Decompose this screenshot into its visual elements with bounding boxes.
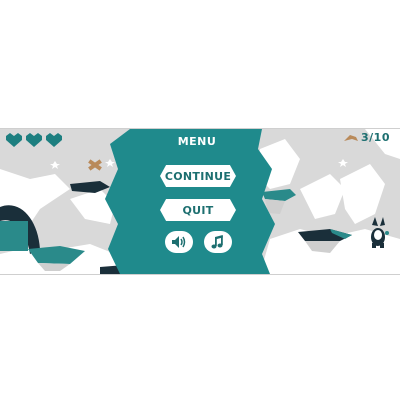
sound-toggle-button[interactable] — [165, 231, 193, 253]
heart-icon — [26, 133, 42, 147]
music-toggle-button[interactable] — [204, 231, 232, 253]
heart-icon — [46, 133, 62, 147]
music-note-icon — [211, 235, 223, 249]
speaker-icon — [172, 236, 186, 248]
quit-button[interactable]: QUIT — [160, 199, 236, 221]
collectible-counter: 3/10 — [344, 131, 390, 144]
menu-title: MENU — [177, 135, 217, 148]
game-viewport: 3/10 MENU CONTINUE QUIT — [0, 128, 400, 275]
lives-hearts — [6, 133, 62, 147]
continue-button[interactable]: CONTINUE — [160, 165, 236, 187]
heart-icon — [6, 133, 22, 147]
cave-water — [0, 221, 28, 251]
collected-count: 3/10 — [361, 131, 390, 144]
collectible-item-icon — [344, 134, 359, 141]
